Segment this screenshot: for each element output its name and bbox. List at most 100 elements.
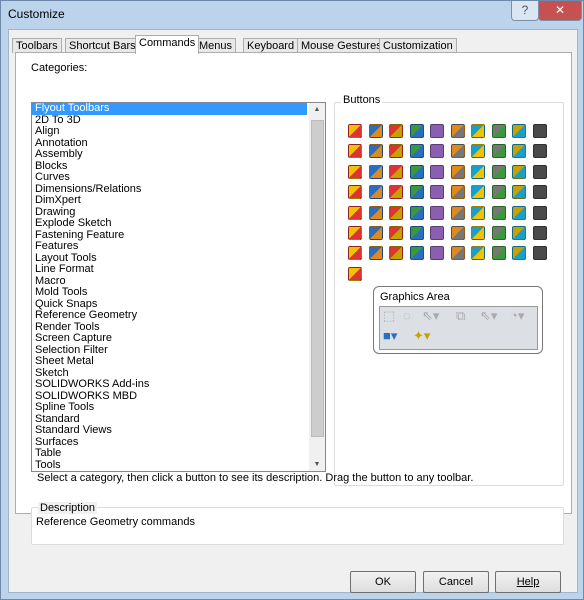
command-icon[interactable] — [450, 144, 465, 159]
magnified-select-icon[interactable]: ⧉ — [456, 308, 465, 324]
command-icon[interactable] — [430, 205, 444, 220]
category-item[interactable]: Tools — [32, 459, 307, 472]
command-icon[interactable] — [409, 205, 424, 220]
box-select-icon[interactable]: ⬚ — [383, 308, 395, 324]
command-icon[interactable] — [471, 144, 485, 159]
command-icon[interactable] — [491, 225, 506, 240]
command-icon[interactable] — [430, 144, 444, 159]
command-icon[interactable] — [389, 164, 403, 179]
command-icon[interactable] — [348, 266, 362, 281]
command-icon[interactable] — [491, 205, 506, 220]
scroll-down-arrow[interactable]: ▼ — [309, 461, 325, 468]
category-item[interactable]: Blocks — [32, 160, 307, 173]
command-icon[interactable] — [512, 124, 526, 138]
command-icon[interactable] — [532, 144, 547, 159]
command-icon[interactable] — [512, 164, 526, 179]
command-icon[interactable] — [532, 205, 547, 220]
category-item[interactable]: Align — [32, 125, 307, 138]
category-item[interactable]: DimXpert — [32, 194, 307, 207]
tab-keyboard[interactable]: Keyboard — [243, 38, 299, 53]
command-icon[interactable] — [368, 246, 383, 261]
select-other-icon[interactable]: ◔▾ — [510, 308, 524, 324]
hide-show-icon[interactable]: ✦▾ — [413, 328, 430, 344]
command-icon[interactable] — [389, 124, 403, 138]
command-icon[interactable] — [430, 246, 444, 261]
command-icon[interactable] — [430, 225, 444, 240]
command-icon[interactable] — [368, 124, 383, 138]
command-icon[interactable] — [471, 164, 485, 179]
command-icon[interactable] — [471, 246, 485, 261]
command-icon[interactable] — [389, 185, 403, 200]
category-item[interactable]: Reference Geometry — [32, 309, 307, 322]
command-icon[interactable] — [450, 205, 465, 220]
scroll-thumb[interactable] — [311, 120, 324, 437]
command-icon[interactable] — [532, 124, 547, 138]
command-icon[interactable] — [491, 124, 506, 138]
category-item[interactable]: Mold Tools — [32, 286, 307, 299]
category-item[interactable]: Explode Sketch — [32, 217, 307, 230]
command-icon[interactable] — [348, 164, 362, 179]
command-icon[interactable] — [471, 124, 485, 138]
category-item[interactable]: Screen Capture — [32, 332, 307, 345]
command-icon[interactable] — [532, 225, 547, 240]
close-button[interactable]: ✕ — [538, 1, 582, 21]
command-icon[interactable] — [389, 246, 403, 261]
command-icon[interactable] — [348, 205, 362, 220]
view-orientation-icon[interactable]: ■▾ — [383, 328, 397, 344]
help-title-button[interactable]: ? — [511, 1, 539, 21]
command-icon[interactable] — [512, 144, 526, 159]
command-icon[interactable] — [450, 124, 465, 138]
category-item[interactable]: SOLIDWORKS Add-ins — [32, 378, 307, 391]
selection-filter-icon[interactable]: ⇖▾ — [422, 308, 439, 324]
command-icon[interactable] — [450, 164, 465, 179]
tab-commands[interactable]: Commands — [135, 35, 200, 54]
tab-shortcut-bars[interactable]: Shortcut Bars — [65, 38, 140, 53]
command-icon[interactable] — [389, 205, 403, 220]
select-icon[interactable]: ⇖▾ — [480, 308, 497, 324]
command-icon[interactable] — [389, 144, 403, 159]
category-item[interactable]: Curves — [32, 171, 307, 184]
command-icon[interactable] — [409, 185, 424, 200]
command-icon[interactable] — [348, 185, 362, 200]
category-item[interactable]: 2D To 3D — [32, 114, 307, 127]
command-icon[interactable] — [348, 144, 362, 159]
command-icon[interactable] — [471, 205, 485, 220]
cancel-button[interactable]: Cancel — [423, 571, 489, 593]
command-icon[interactable] — [389, 225, 403, 240]
command-icon[interactable] — [409, 246, 424, 261]
command-icon[interactable] — [512, 225, 526, 240]
command-icon[interactable] — [491, 144, 506, 159]
ok-button[interactable]: OK — [350, 571, 416, 593]
command-icon[interactable] — [450, 225, 465, 240]
lasso-select-icon[interactable]: ◌ — [403, 308, 411, 323]
tab-toolbars[interactable]: Toolbars — [12, 38, 62, 53]
command-icon[interactable] — [512, 205, 526, 220]
category-item[interactable]: Flyout Toolbars — [32, 103, 307, 115]
category-item[interactable]: Sheet Metal — [32, 355, 307, 368]
command-icon[interactable] — [532, 185, 547, 200]
command-icon[interactable] — [512, 246, 526, 261]
command-icon[interactable] — [471, 185, 485, 200]
category-item[interactable]: Standard Views — [32, 424, 307, 437]
command-icon[interactable] — [368, 185, 383, 200]
command-icon[interactable] — [430, 164, 444, 179]
tab-customization[interactable]: Customization — [379, 38, 457, 53]
command-icon[interactable] — [368, 205, 383, 220]
command-icon[interactable] — [450, 246, 465, 261]
command-icon[interactable] — [512, 185, 526, 200]
command-icon[interactable] — [430, 124, 444, 138]
command-icon[interactable] — [368, 144, 383, 159]
command-icon[interactable] — [491, 246, 506, 261]
tab-mouse-gestures[interactable]: Mouse Gestures — [297, 38, 386, 53]
category-item[interactable]: Features — [32, 240, 307, 253]
command-icon[interactable] — [368, 164, 383, 179]
command-icon[interactable] — [491, 164, 506, 179]
command-icon[interactable] — [409, 124, 424, 138]
command-icon[interactable] — [348, 225, 362, 240]
command-icon[interactable] — [532, 164, 547, 179]
command-icon[interactable] — [532, 246, 547, 261]
category-item[interactable]: Assembly — [32, 148, 307, 161]
command-icon[interactable] — [368, 225, 383, 240]
command-icon[interactable] — [348, 246, 362, 261]
command-icon[interactable] — [450, 185, 465, 200]
